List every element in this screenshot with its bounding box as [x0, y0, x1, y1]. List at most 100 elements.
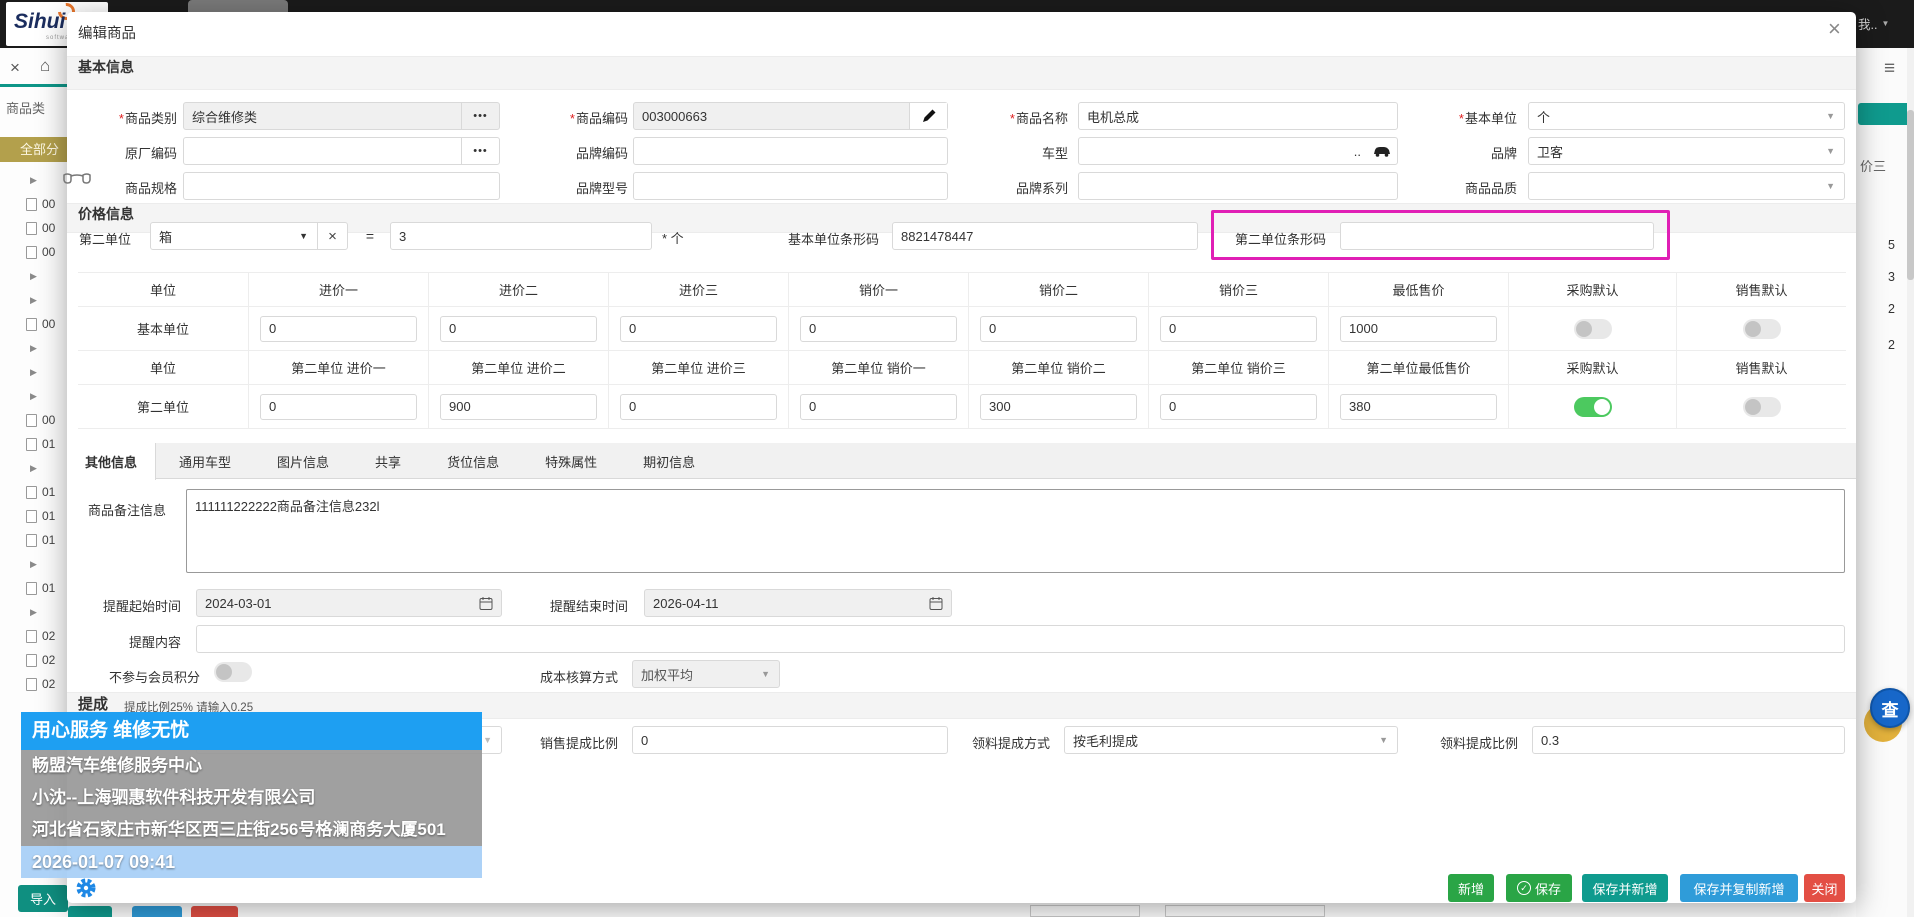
category-field[interactable]: 综合维修类•••: [183, 102, 500, 130]
tree-item[interactable]: 02: [0, 624, 67, 648]
purchase-price2-input[interactable]: [440, 316, 597, 342]
tree-item[interactable]: 00: [0, 216, 67, 240]
tree-item[interactable]: ▶: [0, 360, 67, 384]
unit2-purchase-price3-input[interactable]: [620, 394, 777, 420]
unit-ratio-input[interactable]: [390, 222, 652, 250]
tab-share[interactable]: 共享: [352, 443, 424, 479]
close-button[interactable]: 关闭: [1804, 874, 1845, 902]
expand-arrow-icon[interactable]: ▶: [30, 367, 37, 378]
background-button-partial[interactable]: [68, 906, 112, 917]
tree-item[interactable]: 02: [0, 648, 67, 672]
menu-icon[interactable]: ≡: [1884, 58, 1895, 80]
save-and-copy-new-button[interactable]: 保存并复制新增: [1680, 874, 1798, 902]
tree-item[interactable]: 00: [0, 408, 67, 432]
close-icon[interactable]: ×: [10, 58, 20, 78]
brand-series-input[interactable]: [1078, 172, 1398, 200]
purchase-price3-input[interactable]: [620, 316, 777, 342]
second-unit-select[interactable]: 箱▼×: [150, 222, 348, 250]
tree-item[interactable]: ▶: [0, 456, 67, 480]
tree-item[interactable]: 01: [0, 480, 67, 504]
expand-arrow-icon[interactable]: ▶: [30, 607, 37, 618]
scrollbar-thumb[interactable]: [1907, 110, 1914, 280]
tab-other-info[interactable]: 其他信息: [67, 443, 156, 480]
add-new-button[interactable]: 新增: [1448, 874, 1494, 902]
dots-icon[interactable]: ..: [1354, 144, 1361, 159]
min-price-input[interactable]: [1340, 316, 1497, 342]
no-member-points-toggle[interactable]: [214, 662, 252, 682]
tree-item[interactable]: ▶: [0, 168, 67, 192]
tab-common-models[interactable]: 通用车型: [156, 443, 254, 479]
float-search-button[interactable]: 查: [1870, 688, 1910, 728]
product-code-field[interactable]: 003000663: [633, 102, 948, 130]
material-method-select[interactable]: 按毛利提成▼: [1064, 726, 1398, 754]
brand-model-input[interactable]: [633, 172, 948, 200]
save-button[interactable]: ✓保存: [1506, 874, 1572, 902]
factory-code-field[interactable]: •••: [183, 137, 500, 165]
unit2-purchase-default-toggle[interactable]: [1574, 397, 1612, 417]
second-barcode-input[interactable]: [1340, 222, 1654, 250]
tree-item[interactable]: 00: [0, 192, 67, 216]
brand-select[interactable]: 卫客▼: [1528, 137, 1845, 165]
gear-icon[interactable]: [76, 878, 96, 903]
caret-down-icon[interactable]: ▼: [290, 231, 317, 241]
sale-ratio-input[interactable]: [632, 726, 948, 754]
user-menu[interactable]: 我.. ▼: [1858, 14, 1889, 33]
quality-select[interactable]: ▼: [1528, 172, 1845, 200]
vehicle-model-field[interactable]: ..: [1078, 137, 1398, 165]
home-icon[interactable]: ⌂: [40, 56, 50, 76]
purchase-price1-input[interactable]: [260, 316, 417, 342]
save-and-new-button[interactable]: 保存并新增: [1582, 874, 1668, 902]
tree-item[interactable]: 00: [0, 240, 67, 264]
unit2-sale-price2-input[interactable]: [980, 394, 1137, 420]
tree-item[interactable]: 00: [0, 312, 67, 336]
background-teal-button[interactable]: [1858, 103, 1910, 125]
sale-price3-input[interactable]: [1160, 316, 1317, 342]
tree-item[interactable]: 01: [0, 504, 67, 528]
tree-item[interactable]: ▶: [0, 288, 67, 312]
dialog-close-icon[interactable]: ×: [1828, 16, 1841, 42]
unit2-sale-price1-input[interactable]: [800, 394, 957, 420]
tree-item[interactable]: ▶: [0, 336, 67, 360]
unit2-sale-default-toggle[interactable]: [1743, 397, 1781, 417]
remind-start-field[interactable]: 2024-03-01: [196, 589, 502, 617]
remind-content-input[interactable]: [196, 625, 1845, 653]
calendar-icon[interactable]: [929, 596, 943, 611]
tree-item[interactable]: 01: [0, 528, 67, 552]
tab-images[interactable]: 图片信息: [254, 443, 352, 479]
tab-opening-info[interactable]: 期初信息: [620, 443, 718, 479]
import-button[interactable]: 导入: [18, 885, 68, 912]
tree-item[interactable]: ▶: [0, 384, 67, 408]
expand-arrow-icon[interactable]: ▶: [30, 391, 37, 402]
sale-price1-input[interactable]: [800, 316, 957, 342]
brand-code-input[interactable]: [633, 137, 948, 165]
expand-arrow-icon[interactable]: ▶: [30, 343, 37, 354]
unit2-min-price-input[interactable]: [1340, 394, 1497, 420]
tree-item[interactable]: 01: [0, 432, 67, 456]
spec-input[interactable]: [183, 172, 500, 200]
expand-arrow-icon[interactable]: ▶: [30, 463, 37, 474]
expand-arrow-icon[interactable]: ▶: [30, 175, 37, 186]
remark-textarea[interactable]: 111111222222商品备注信息232l: [186, 489, 1845, 573]
sale-price2-input[interactable]: [980, 316, 1137, 342]
sale-default-toggle[interactable]: [1743, 319, 1781, 339]
unit2-purchase-price1-input[interactable]: [260, 394, 417, 420]
background-button-partial[interactable]: [132, 906, 182, 917]
material-ratio-input[interactable]: [1532, 726, 1845, 754]
base-barcode-input[interactable]: [892, 222, 1198, 250]
expand-arrow-icon[interactable]: ▶: [30, 559, 37, 570]
unit2-sale-price3-input[interactable]: [1160, 394, 1317, 420]
product-name-input[interactable]: [1078, 102, 1398, 130]
background-button-partial[interactable]: [191, 906, 238, 917]
tree-item[interactable]: ▶: [0, 552, 67, 576]
expand-arrow-icon[interactable]: ▶: [30, 295, 37, 306]
unit2-purchase-price2-input[interactable]: [440, 394, 597, 420]
base-unit-select[interactable]: 个▼: [1528, 102, 1845, 130]
tab-storage-location[interactable]: 货位信息: [424, 443, 522, 479]
expand-arrow-icon[interactable]: ▶: [30, 271, 37, 282]
remind-end-field[interactable]: 2026-04-11: [644, 589, 952, 617]
tree-item[interactable]: 02: [0, 672, 67, 696]
tab-special-attrs[interactable]: 特殊属性: [522, 443, 620, 479]
tree-item[interactable]: ▶: [0, 264, 67, 288]
clear-x-icon[interactable]: ×: [317, 223, 347, 249]
purchase-default-toggle[interactable]: [1574, 319, 1612, 339]
